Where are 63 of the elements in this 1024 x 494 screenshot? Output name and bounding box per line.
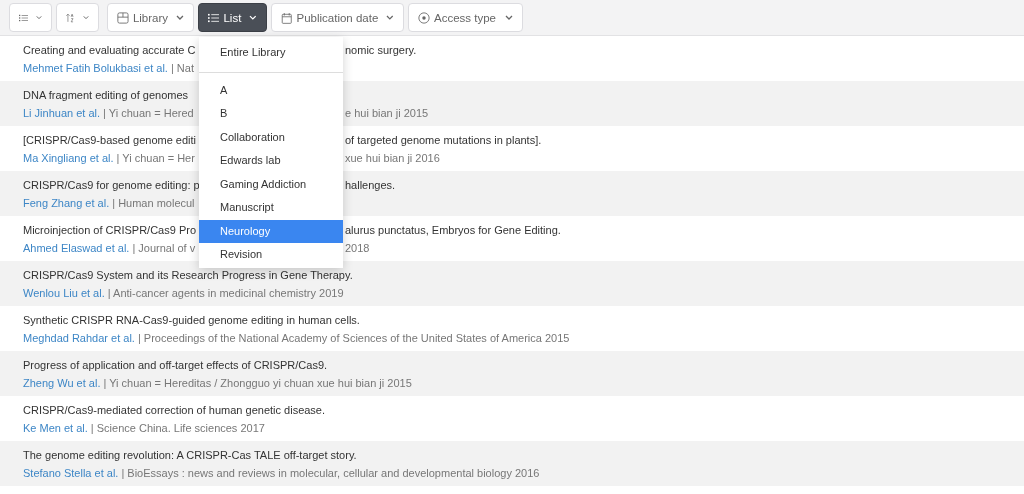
article-title: DNA fragment editing of genomes <box>23 89 189 101</box>
menu-item[interactable]: A <box>199 78 343 102</box>
authors-link[interactable]: Li Jinhuan et al. <box>23 107 101 119</box>
box-icon <box>117 11 129 24</box>
article-title: hallenges. <box>345 178 397 193</box>
menu-item[interactable]: Edwards lab <box>199 149 343 173</box>
caret-icon <box>176 15 184 20</box>
journal-info: | Yi chuan = Her <box>116 152 195 164</box>
journal-info: e hui bian ji 2015 <box>345 106 430 121</box>
journal-info: | BioEssays : news and reviews in molecular, cellular and developmental biology 2016 <box>121 467 540 479</box>
menu-item[interactable]: Neurology <box>199 219 343 243</box>
caret-icon <box>83 15 89 20</box>
journal-info: | Science China. Life sciences 2017 <box>90 422 265 434</box>
caret-icon <box>505 15 513 20</box>
list-button[interactable]: List <box>198 3 267 32</box>
article-title: Progress of application and off-target effects of CRISPR/Cas9. <box>23 359 328 371</box>
journal-info: | Yi chuan = Hereditas / Zhongguo yi chuan xue hui bian ji 2015 <box>103 377 412 389</box>
article-title: The genome editing revolution: A CRISPR-Cas TALE off-target story. <box>23 449 357 461</box>
article-title: [CRISPR/Cas9-based genome editi <box>23 133 198 148</box>
access-type-button[interactable]: Access type <box>408 3 523 32</box>
journal-info: | Yi chuan = Hered <box>103 107 194 119</box>
journal-info: | Human molecul <box>112 197 195 209</box>
article-title: nomic surgery. <box>345 43 418 58</box>
article-title: CRISPR/Cas9-mediated correction of human genetic disease. <box>23 404 326 416</box>
menu-item[interactable]: Entire Library <box>199 41 343 65</box>
authors-link[interactable]: Mehmet Fatih Bolukbasi et al. <box>23 62 168 74</box>
list-icon <box>208 11 220 24</box>
authors-link[interactable]: Meghdad Rahdar et al. <box>23 332 135 344</box>
library-button[interactable]: Library <box>107 3 194 32</box>
authors-link[interactable]: Stefano Stella et al. <box>23 467 119 479</box>
menu-item[interactable]: B <box>199 102 343 126</box>
article-title: of targeted genome mutations in plants]. <box>345 133 543 148</box>
sort-button[interactable] <box>56 3 99 32</box>
authors-link[interactable]: Zheng Wu et al. <box>23 377 101 389</box>
menu-item[interactable]: Manuscript <box>199 196 343 220</box>
journal-info: | Journal of v <box>132 242 196 254</box>
target-icon <box>418 11 430 24</box>
journal-info: | Anti-cancer agents in medicinal chemistry 2019 <box>107 287 344 299</box>
article-title: Synthetic CRISPR RNA-Cas9-guided genome editing in human cells. <box>23 314 360 326</box>
authors-link[interactable]: Ma Xingliang et al. <box>23 152 114 164</box>
authors-link[interactable]: Ahmed Elaswad et al. <box>23 242 130 254</box>
authors-link[interactable]: Feng Zhang et al. <box>23 197 110 209</box>
article-title: CRISPR/Cas9 System and its Research Progress in Gene Therapy. <box>23 269 353 281</box>
caret-icon <box>386 15 394 20</box>
menu-item[interactable]: Collaboration <box>199 125 343 149</box>
caret-icon <box>36 15 42 20</box>
publication-date-button[interactable]: Publication date <box>271 3 404 32</box>
caret-icon <box>249 15 257 20</box>
journal-info: xue hui bian ji 2016 <box>345 151 441 166</box>
authors-link[interactable]: Wenlou Liu et al. <box>23 287 105 299</box>
journal-info: | Nat <box>170 62 194 74</box>
journal-info: 2018 <box>345 241 371 256</box>
article-title: alurus punctatus, Embryos for Gene Editing. <box>345 223 562 238</box>
article-title: CRISPR/Cas9 for genome editing: p <box>23 178 199 193</box>
menu-item[interactable]: Revision <box>199 243 343 267</box>
journal-info: | Proceedings of the National Academy of Sciences of the United States of America 2015 <box>137 332 570 344</box>
authors-link[interactable]: Ke Men et al. <box>23 422 88 434</box>
calendar-icon <box>281 11 293 24</box>
sort-icon <box>66 11 75 24</box>
article-title: Creating and evaluating accurate C <box>23 43 197 58</box>
article-title: Microinjection of CRISPR/Cas9 Pro <box>23 223 197 238</box>
view-button[interactable] <box>9 3 52 32</box>
menu-item[interactable]: Gaming Addiction <box>199 172 343 196</box>
